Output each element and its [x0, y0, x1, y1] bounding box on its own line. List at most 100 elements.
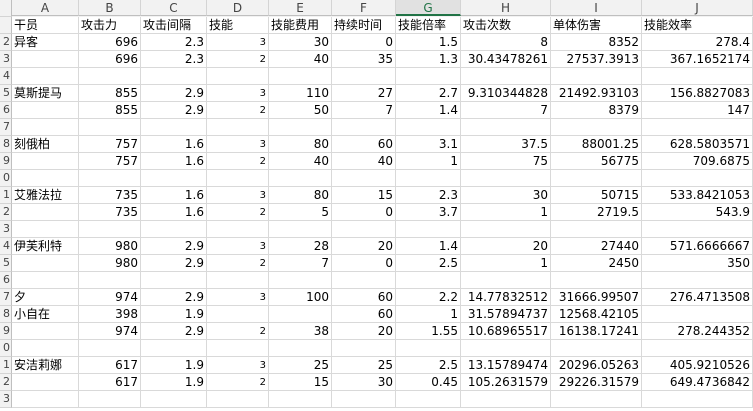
cell-e-21[interactable]: 25 [269, 357, 332, 374]
cell-g-8[interactable]: 3.1 [396, 136, 461, 153]
cell-j-5[interactable]: 156.8827083 [642, 85, 753, 102]
cell-c-8[interactable]: 1.6 [141, 136, 207, 153]
row-header[interactable]: 3 [0, 391, 12, 408]
cell-f-11[interactable]: 15 [332, 187, 396, 204]
cell-a-1[interactable]: 干员 [12, 17, 79, 34]
cell-b-21[interactable]: 617 [79, 357, 141, 374]
cell-j-17[interactable]: 276.4713508 [642, 289, 753, 306]
cell-e-11[interactable]: 80 [269, 187, 332, 204]
cell-h-15[interactable]: 1 [461, 255, 551, 272]
spreadsheet-grid[interactable]: ABCDEFGHIJ 干员 攻击力 攻击间隔 技能 技能费用 持续时间 技能倍率 攻击次数 单体… [0, 0, 753, 411]
cell-i-17[interactable]: 31666.99507 [551, 289, 642, 306]
cell-c-18[interactable]: 1.9 [141, 306, 207, 323]
column-header-j[interactable]: J [642, 0, 753, 16]
cell-c-9[interactable]: 1.6 [141, 153, 207, 170]
cell-e-12[interactable]: 5 [269, 204, 332, 221]
row-header[interactable]: 3 [0, 221, 12, 238]
cell-b-5[interactable]: 855 [79, 85, 141, 102]
column-header-c[interactable]: C [141, 0, 207, 16]
cell-c-22[interactable]: 1.9 [141, 374, 207, 391]
cell-b-12[interactable]: 735 [79, 204, 141, 221]
cell-a-2[interactable]: 异客 [12, 34, 79, 51]
cell-g-5[interactable]: 2.7 [396, 85, 461, 102]
cell-g-12[interactable]: 3.7 [396, 204, 461, 221]
cell-h-5[interactable]: 9.310344828 [461, 85, 551, 102]
cell-e-20[interactable] [269, 340, 332, 357]
cell-h-7[interactable] [461, 119, 551, 136]
cell-b-8[interactable]: 757 [79, 136, 141, 153]
cell-a-14[interactable]: 伊芙利特 [12, 238, 79, 255]
cell-f-12[interactable]: 0 [332, 204, 396, 221]
cell-g-17[interactable]: 2.2 [396, 289, 461, 306]
cell-i-2[interactable]: 8352 [551, 34, 642, 51]
cell-c-21[interactable]: 1.9 [141, 357, 207, 374]
cell-a-23[interactable] [12, 391, 79, 408]
cell-c-23[interactable] [141, 391, 207, 408]
cell-f-23[interactable] [332, 391, 396, 408]
cell-f-5[interactable]: 27 [332, 85, 396, 102]
cell-j-14[interactable]: 571.6666667 [642, 238, 753, 255]
cell-b-10[interactable] [79, 170, 141, 187]
cell-g-22[interactable]: 0.45 [396, 374, 461, 391]
cell-f-7[interactable] [332, 119, 396, 136]
cell-j-19[interactable]: 278.244352 [642, 323, 753, 340]
cell-j-3[interactable]: 367.1652174 [642, 51, 753, 68]
row-header[interactable]: 2 [0, 204, 12, 221]
cell-a-20[interactable] [12, 340, 79, 357]
cell-f-13[interactable] [332, 221, 396, 238]
cell-a-18[interactable]: 小自在 [12, 306, 79, 323]
cell-d-10[interactable] [207, 170, 269, 187]
cell-f-2[interactable]: 0 [332, 34, 396, 51]
row-header[interactable]: 0 [0, 340, 12, 357]
row-header[interactable]: 1 [0, 357, 12, 374]
cell-h-16[interactable] [461, 272, 551, 289]
cell-a-13[interactable] [12, 221, 79, 238]
cell-a-5[interactable]: 莫斯提马 [12, 85, 79, 102]
cell-j-7[interactable] [642, 119, 753, 136]
cell-e-3[interactable]: 40 [269, 51, 332, 68]
cell-c-10[interactable] [141, 170, 207, 187]
cell-j-21[interactable]: 405.9210526 [642, 357, 753, 374]
cell-a-6[interactable] [12, 102, 79, 119]
cell-h-20[interactable] [461, 340, 551, 357]
cell-j-9[interactable]: 709.6875 [642, 153, 753, 170]
cell-c-1[interactable]: 攻击间隔 [141, 17, 207, 34]
cell-i-21[interactable]: 20296.05263 [551, 357, 642, 374]
cell-i-23[interactable] [551, 391, 642, 408]
cell-d-8[interactable]: 3 [207, 136, 269, 153]
cell-d-18[interactable] [207, 306, 269, 323]
cell-h-11[interactable]: 30 [461, 187, 551, 204]
cell-b-23[interactable] [79, 391, 141, 408]
cell-c-3[interactable]: 2.3 [141, 51, 207, 68]
cell-e-15[interactable]: 7 [269, 255, 332, 272]
cell-e-16[interactable] [269, 272, 332, 289]
cell-e-23[interactable] [269, 391, 332, 408]
cell-g-10[interactable] [396, 170, 461, 187]
cell-b-20[interactable] [79, 340, 141, 357]
cell-g-16[interactable] [396, 272, 461, 289]
cell-j-20[interactable] [642, 340, 753, 357]
row-header[interactable]: 2 [0, 34, 12, 51]
cell-d-11[interactable]: 3 [207, 187, 269, 204]
cell-g-18[interactable]: 1 [396, 306, 461, 323]
row-header[interactable] [0, 17, 12, 34]
cell-j-16[interactable] [642, 272, 753, 289]
cell-c-19[interactable]: 2.9 [141, 323, 207, 340]
cell-e-5[interactable]: 110 [269, 85, 332, 102]
cell-c-16[interactable] [141, 272, 207, 289]
cell-g-6[interactable]: 1.4 [396, 102, 461, 119]
row-header[interactable]: 5 [0, 85, 12, 102]
cell-a-11[interactable]: 艾雅法拉 [12, 187, 79, 204]
column-header-f[interactable]: F [332, 0, 396, 16]
cell-c-12[interactable]: 1.6 [141, 204, 207, 221]
cell-d-6[interactable]: 2 [207, 102, 269, 119]
cell-a-10[interactable] [12, 170, 79, 187]
cell-g-19[interactable]: 1.55 [396, 323, 461, 340]
cell-h-17[interactable]: 14.77832512 [461, 289, 551, 306]
cell-c-13[interactable] [141, 221, 207, 238]
column-header-b[interactable]: B [79, 0, 141, 16]
cell-a-21[interactable]: 安洁莉娜 [12, 357, 79, 374]
cell-b-4[interactable] [79, 68, 141, 85]
cell-e-8[interactable]: 80 [269, 136, 332, 153]
cell-b-1[interactable]: 攻击力 [79, 17, 141, 34]
